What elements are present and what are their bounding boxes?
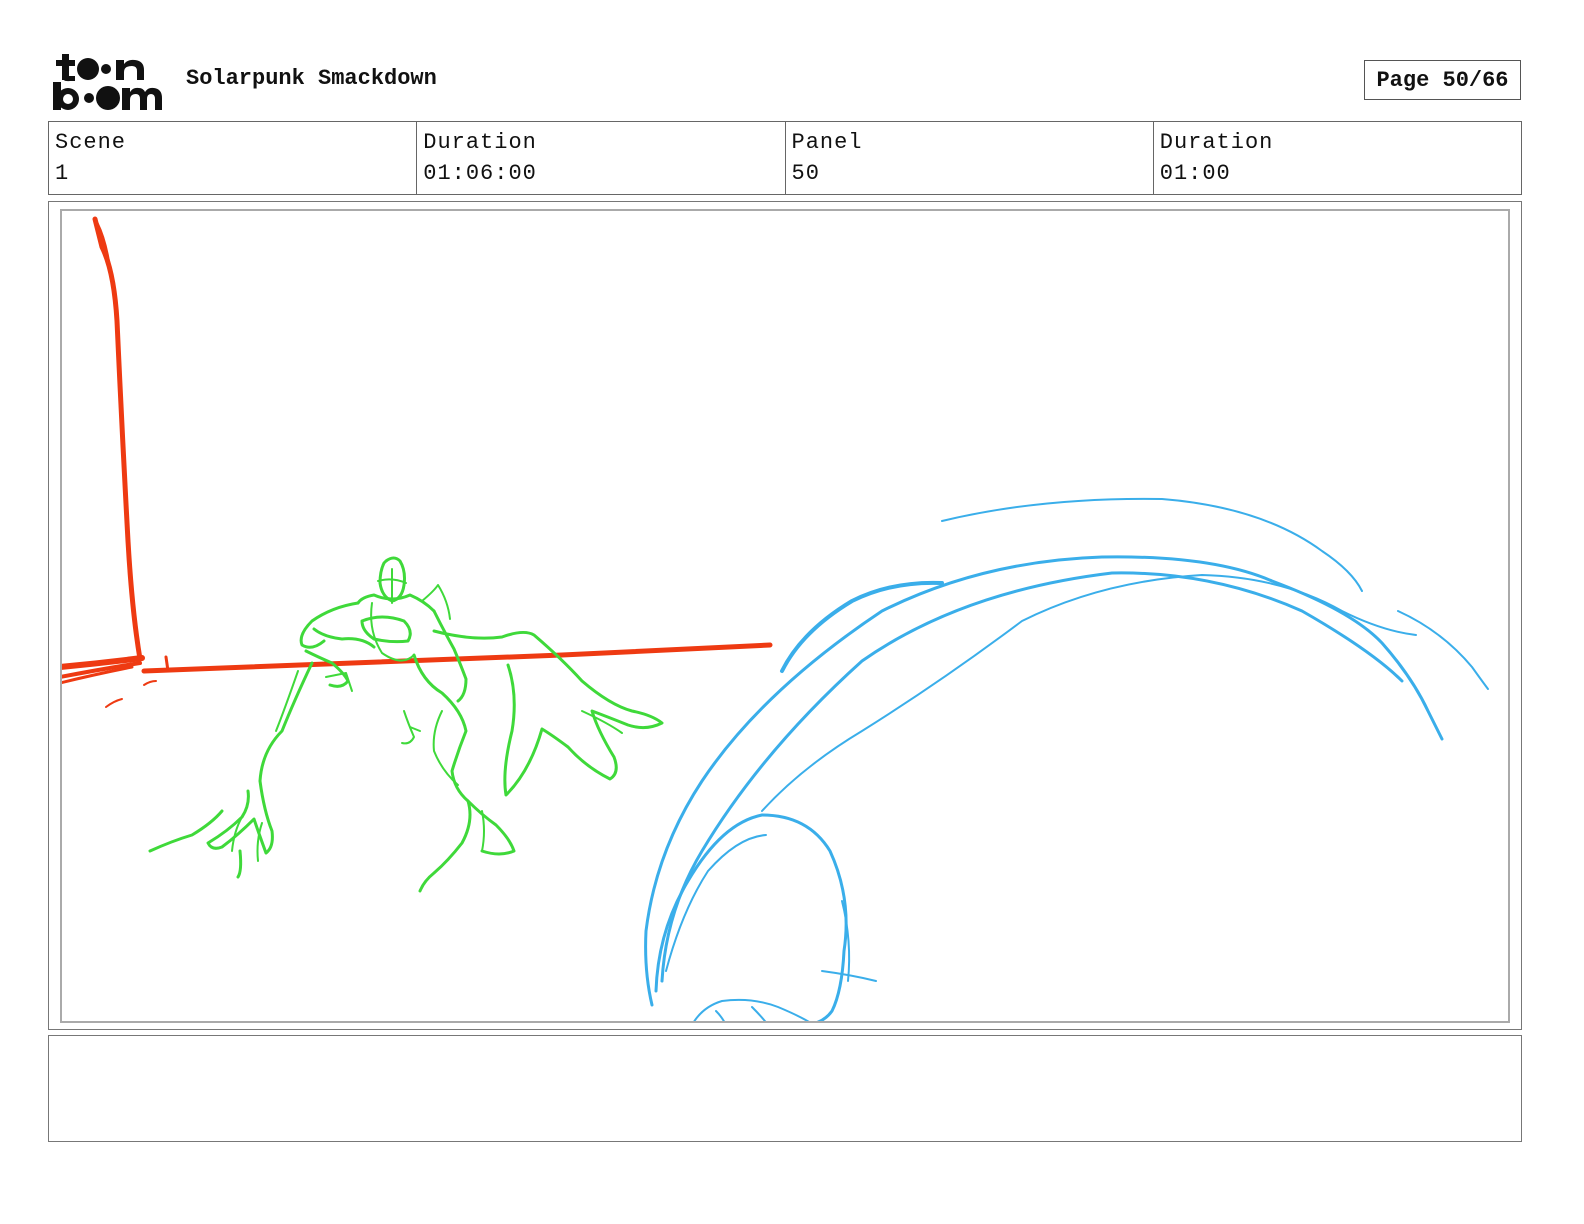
scene-cell: Scene 1 (49, 122, 418, 194)
panel-duration-label: Duration (1159, 130, 1274, 155)
panel-value: 50 (791, 161, 820, 186)
caption-box (48, 1035, 1522, 1142)
scene-duration-label: Duration (423, 130, 537, 155)
scene-value: 1 (55, 161, 70, 186)
project-title: Solarpunk Smackdown (186, 66, 437, 91)
storyboard-panel (48, 201, 1522, 1030)
page-indicator: Page 50/66 (1364, 60, 1521, 100)
scene-duration-value: 01:06:00 (423, 161, 537, 186)
panel-cell: Panel 50 (786, 122, 1154, 194)
panel-sketch (62, 216, 1489, 1021)
toon-boom-logo (52, 50, 164, 112)
scene-duration-cell: Duration 01:06:00 (417, 122, 786, 194)
red-layout-strokes (62, 216, 773, 708)
panel-duration-value: 01:00 (1159, 161, 1231, 186)
panel-duration-cell: Duration 01:00 (1154, 122, 1521, 194)
panel-info-table: Scene 1 Duration 01:06:00 Panel 50 Durat… (48, 121, 1522, 195)
scene-label: Scene (55, 130, 127, 155)
green-character-sketch (148, 556, 664, 893)
page-label: Page 50/66 (1376, 67, 1509, 93)
panel-frame (60, 209, 1510, 1023)
blue-arc-sketch (644, 497, 1489, 1021)
panel-label: Panel (791, 130, 863, 155)
